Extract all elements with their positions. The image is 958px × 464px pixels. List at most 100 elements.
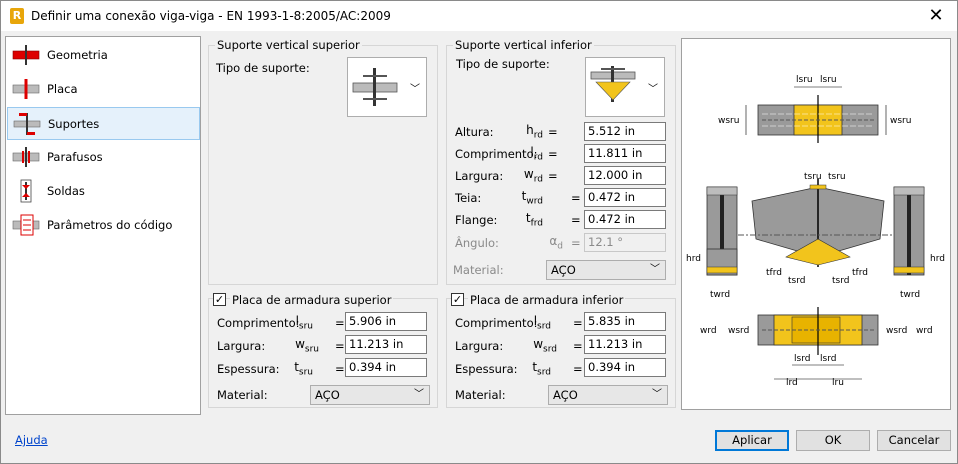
geometry-icon — [12, 45, 40, 65]
lower-support-type-select[interactable]: ﹀ — [585, 57, 665, 117]
sidebar-item-parametros[interactable]: Parâmetros do código — [7, 209, 200, 242]
diagram-label-lsru: lsru — [796, 75, 813, 85]
plate-icon — [12, 79, 40, 99]
equals-sign: = — [573, 339, 583, 353]
lower-plate-checkbox[interactable]: ✓ — [451, 293, 464, 306]
ok-button[interactable]: OK — [796, 430, 870, 451]
dialog-window: R Definir uma conexão viga-viga - EN 199… — [0, 0, 958, 464]
sidebar-item-label: Parâmetros do código — [47, 218, 173, 232]
upper-plate-material-select[interactable]: AÇO ﹀ — [310, 385, 430, 405]
upper-plate-width-label: Largura: — [217, 339, 266, 353]
chevron-down-icon: ﹀ — [652, 389, 662, 400]
lower-plate-thickness-input[interactable]: 0.394 in — [584, 358, 666, 377]
support-type-icon — [352, 68, 398, 106]
window-title: Definir uma conexão viga-viga - EN 1993-… — [31, 9, 391, 23]
flange-label: Flange: — [455, 213, 498, 227]
close-button[interactable]: ✕ — [925, 5, 947, 27]
sidebar-item-placa[interactable]: Placa — [7, 73, 200, 106]
width-label: Largura: — [455, 169, 504, 183]
diagram-label-wrd: wrd — [700, 326, 717, 336]
material-label: Material: — [217, 388, 268, 402]
material-value: AÇO — [553, 388, 578, 402]
support-type-icon — [590, 66, 636, 102]
upper-plate-thickness-label: Espessura: — [217, 362, 280, 376]
lower-support-type-label: Tipo de suporte: — [456, 57, 550, 71]
connection-diagram: lsru lsru wsru wsru tsru tsru tfrd tsrd … — [681, 38, 951, 410]
diagram-drawing: lsru lsru wsru wsru tsru tsru tfrd tsrd … — [686, 75, 945, 388]
equals-sign: = — [573, 316, 583, 330]
upper-support-type-label: Tipo de suporte: — [216, 61, 310, 75]
web-symbol: twrd — [521, 189, 543, 207]
chevron-down-icon: ﹀ — [414, 389, 424, 400]
width-input[interactable]: 12.000 in — [584, 166, 666, 185]
web-label: Teia: — [455, 191, 482, 205]
equals-sign: = — [571, 213, 581, 227]
length-input[interactable]: 11.811 in — [584, 144, 666, 163]
diagram-label-lsrd-2: lsrd — [820, 354, 836, 364]
equals-sign: = — [335, 362, 345, 376]
code-parameters-icon — [12, 214, 40, 236]
group-title: Suporte vertical superior — [215, 38, 362, 52]
material-value: AÇO — [315, 388, 340, 402]
diagram-label-tsrd: tsrd — [788, 276, 805, 286]
lower-plate-width-label: Largura: — [455, 339, 504, 353]
upper-plate-thickness-input[interactable]: 0.394 in — [345, 358, 427, 377]
sidebar-item-label: Placa — [47, 82, 78, 96]
equals-sign: = — [571, 236, 581, 250]
lower-plate-width-symbol: wsrd — [533, 337, 557, 355]
lower-plate-width-input[interactable]: 11.213 in — [584, 335, 666, 354]
diagram-label-lsrd: lsrd — [794, 354, 810, 364]
material-label: Material: — [455, 388, 506, 402]
upper-plate-title: Placa de armadura superior — [230, 293, 394, 307]
web-input[interactable]: 0.472 in — [584, 188, 666, 207]
angle-symbol: αd — [549, 234, 563, 252]
apply-button[interactable]: Aplicar — [715, 430, 789, 451]
diagram-label-twrd-2: twrd — [900, 290, 920, 300]
upper-plate-length-input[interactable]: 5.906 in — [345, 312, 427, 331]
sidebar-item-label: Soldas — [47, 184, 85, 198]
sidebar-item-parafusos[interactable]: Parafusos — [7, 141, 200, 174]
diagram-label-wrd-2: wrd — [916, 326, 933, 336]
group-title: Suporte vertical inferior — [453, 38, 594, 52]
lower-plate-material-select[interactable]: AÇO ﹀ — [548, 385, 668, 405]
help-link[interactable]: Ajuda — [15, 433, 48, 447]
width-symbol: wrd — [523, 167, 543, 185]
diagram-label-wsrd: wsrd — [728, 326, 749, 336]
flange-input[interactable]: 0.472 in — [584, 210, 666, 229]
lower-plate-title: Placa de armadura inferior — [468, 293, 626, 307]
diagram-label-hrd: hrd — [686, 254, 701, 264]
material-value: AÇO — [551, 263, 576, 277]
flange-symbol: tfrd — [525, 211, 543, 229]
height-label: Altura: — [455, 125, 494, 139]
chevron-down-icon: ﹀ — [410, 84, 420, 95]
angle-input: 12.1 ° — [584, 233, 666, 252]
length-symbol: lrd — [530, 145, 543, 163]
upper-plate-width-symbol: wsru — [295, 337, 319, 355]
equals-sign: = — [335, 339, 345, 353]
sidebar-item-geometria[interactable]: Geometria — [7, 39, 200, 72]
sidebar-item-label: Geometria — [47, 48, 108, 62]
diagram-label-tfrd: tfrd — [766, 268, 782, 278]
diagram-label-twrd: twrd — [710, 290, 730, 300]
cancel-button[interactable]: Cancelar — [877, 430, 951, 451]
upper-plate-width-input[interactable]: 11.213 in — [345, 335, 427, 354]
equals-sign: = — [335, 316, 345, 330]
equals-sign: = — [571, 191, 581, 205]
diagram-label-tsrd-2: tsrd — [832, 276, 849, 286]
lower-plate-length-input[interactable]: 5.835 in — [584, 312, 666, 331]
diagram-label-lru: lru — [832, 378, 844, 388]
sidebar-item-suportes[interactable]: Suportes — [7, 107, 200, 140]
height-input[interactable]: 5.512 in — [584, 122, 666, 141]
equals-sign: = — [573, 362, 583, 376]
upper-plate-checkbox[interactable]: ✓ — [213, 293, 226, 306]
app-logo-icon: R — [10, 8, 24, 24]
lower-support-material-select[interactable]: AÇO ﹀ — [546, 260, 666, 280]
upper-support-type-select[interactable]: ﹀ — [347, 57, 427, 117]
diagram-label-lrd: lrd — [786, 378, 798, 388]
upper-plate-length-symbol: lsru — [295, 314, 313, 332]
diagram-label-wsru: wsru — [718, 116, 739, 126]
diagram-label-tsru: tsru — [804, 172, 822, 182]
equals-sign: = — [548, 125, 558, 139]
title-bar: R Definir uma conexão viga-viga - EN 199… — [1, 1, 957, 31]
sidebar-item-soldas[interactable]: Soldas — [7, 175, 200, 208]
